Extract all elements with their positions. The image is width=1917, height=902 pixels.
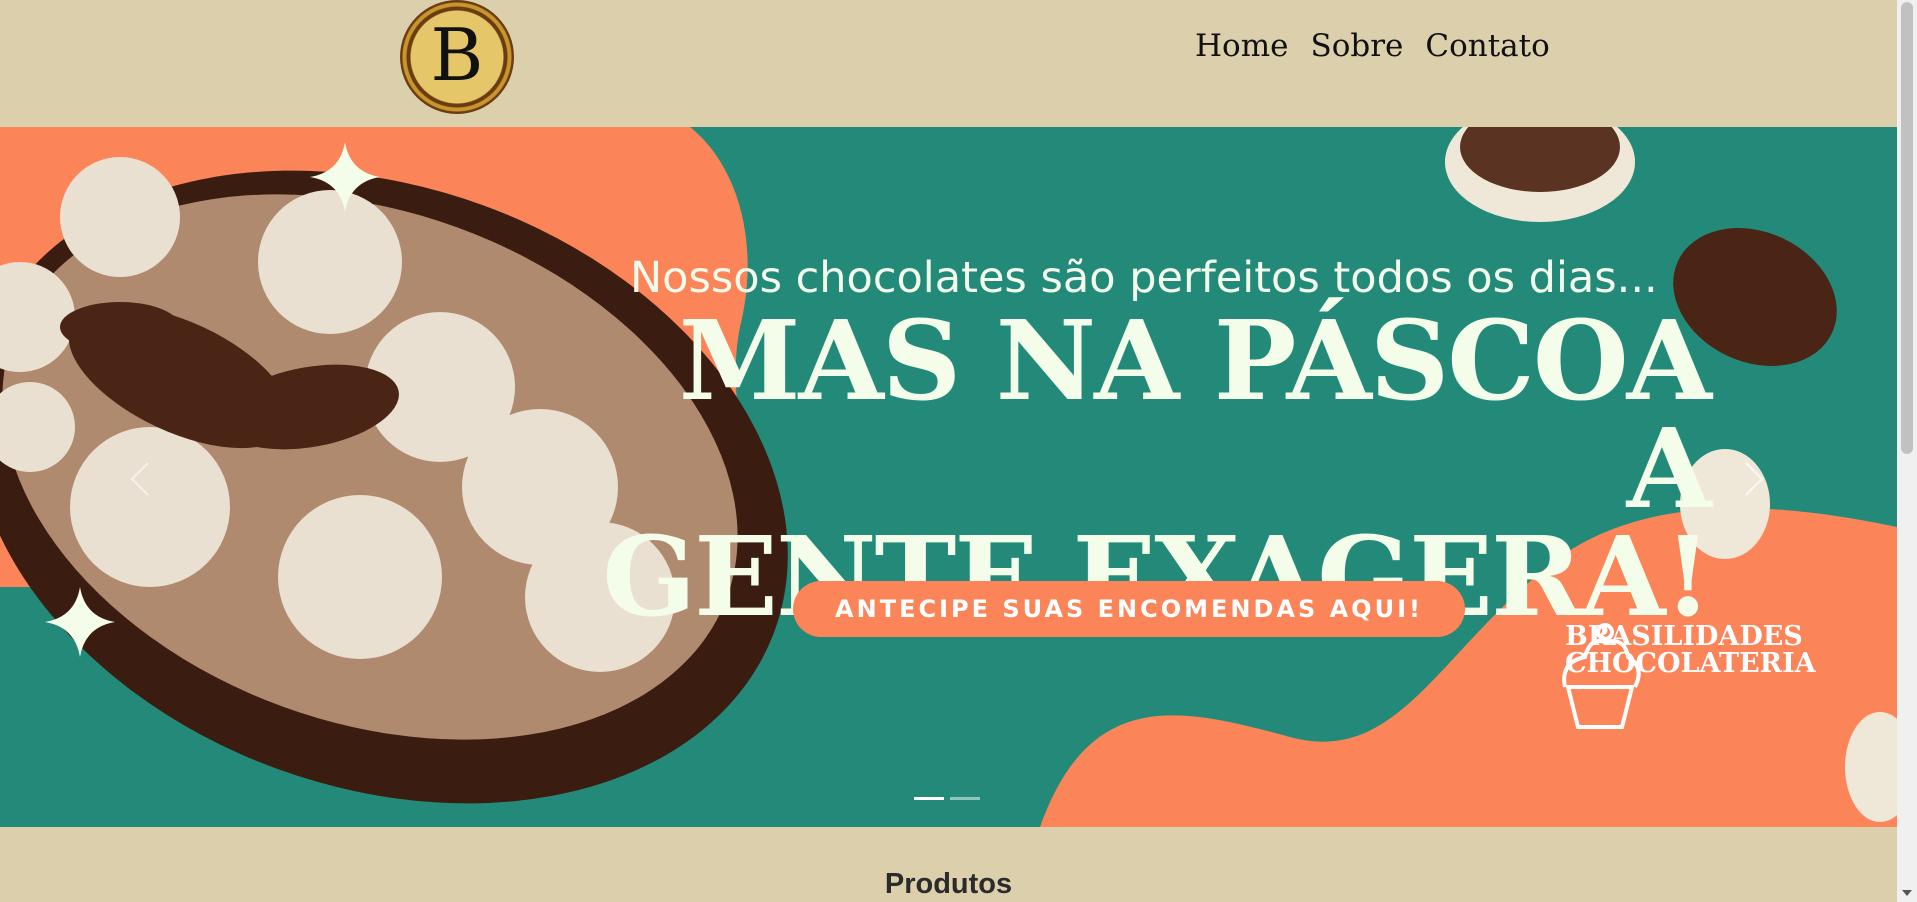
nav-contato-link[interactable]: Contato bbox=[1425, 28, 1549, 64]
scroll-down-arrow[interactable] bbox=[1897, 886, 1917, 900]
main-nav: Home Sobre Contato bbox=[1195, 28, 1550, 64]
logo-letter: B bbox=[430, 13, 484, 97]
brand-logo[interactable]: B bbox=[400, 0, 514, 114]
page-scrollbar[interactable] bbox=[1897, 0, 1917, 902]
carousel-next-button[interactable] bbox=[1734, 449, 1774, 509]
scrollbar-thumb[interactable] bbox=[1901, 2, 1913, 454]
brand-line-2: CHOCOLATERIA bbox=[1565, 648, 1816, 679]
brand-line-1: BRASILIDADES bbox=[1565, 621, 1803, 652]
chevron-left-icon bbox=[130, 462, 149, 496]
brand-badge: BRASILIDADES CHOCOLATERIA bbox=[1565, 623, 1816, 677]
chevron-right-icon bbox=[1745, 462, 1764, 496]
order-cta-button[interactable]: ANTECIPE SUAS ENCOMENDAS AQUI! bbox=[793, 581, 1465, 637]
carousel-indicator-1[interactable] bbox=[914, 797, 944, 800]
nav-sobre-link[interactable]: Sobre bbox=[1310, 28, 1403, 64]
carousel-indicator-2[interactable] bbox=[950, 797, 980, 800]
section-title-produtos: Produtos bbox=[884, 868, 1013, 900]
hero-title-line-1: MAS NA PÁSCOA A bbox=[678, 296, 1712, 533]
carousel-prev-button[interactable] bbox=[120, 449, 160, 509]
triangle-down-icon bbox=[1902, 890, 1912, 896]
carousel-indicators bbox=[914, 797, 980, 800]
hero-carousel: Nossos chocolates são perfeitos todos os… bbox=[0, 127, 1897, 827]
nav-home-link[interactable]: Home bbox=[1195, 28, 1288, 64]
site-header: B Home Sobre Contato bbox=[0, 0, 1897, 127]
